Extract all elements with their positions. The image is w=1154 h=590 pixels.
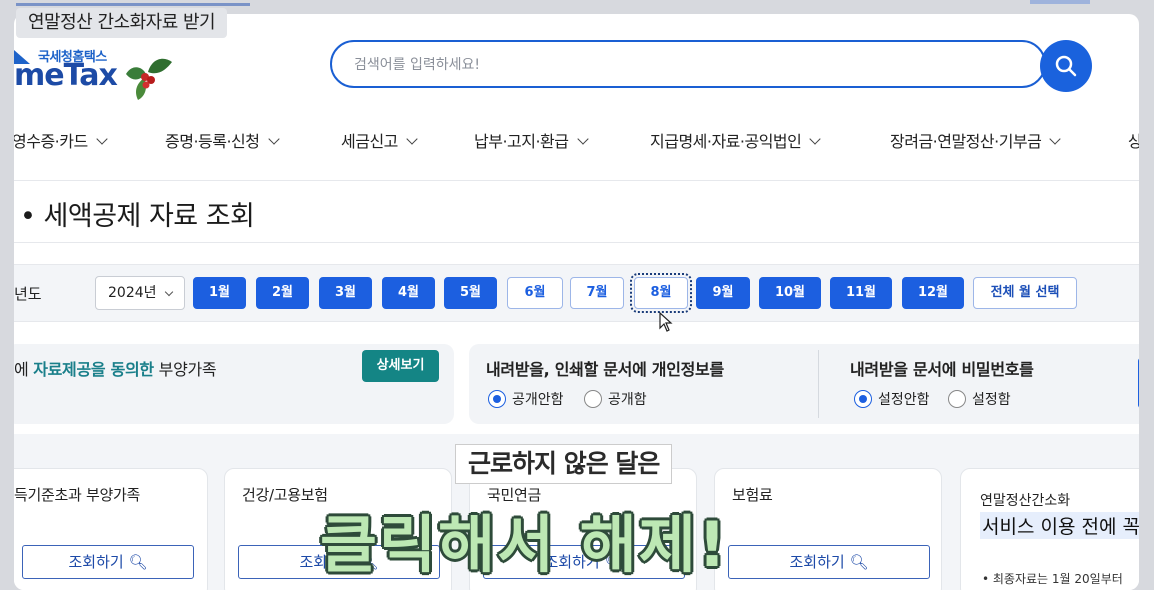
nav-item-year-end[interactable]: 장려금·연말정산·기부금 [890, 128, 1062, 152]
video-caption: 연말정산 간소화자료 받기 [16, 8, 228, 38]
year-select-value: 2024년 [108, 285, 157, 301]
month-button-2[interactable]: 2월 [256, 277, 309, 309]
nav-item-statement[interactable]: 지급명세·자료·공익법인 [650, 128, 822, 152]
month-button-9[interactable]: 9월 [696, 277, 750, 309]
search-icon: 🔍︎ [849, 553, 869, 571]
month-button-6[interactable]: 6월 [507, 277, 563, 309]
detail-view-button[interactable]: 상세보기 [362, 350, 439, 382]
search-icon [1055, 55, 1077, 77]
month-button-1[interactable]: 1월 [193, 277, 246, 309]
radio-selected-icon [488, 390, 506, 408]
month-button-5[interactable]: 5월 [444, 277, 497, 309]
month-button-11[interactable]: 11월 [830, 277, 892, 309]
chevron-down-icon [576, 133, 589, 145]
mouse-cursor-icon [659, 312, 673, 332]
title-divider [14, 242, 1139, 243]
logo-wordmark[interactable]: meTax [14, 58, 118, 93]
nav-item-receipt[interactable]: 영수증·카드 [14, 128, 108, 152]
query-button-dependents[interactable]: 조회하기 🔍︎ [22, 545, 194, 579]
holly-icon [126, 58, 172, 100]
search-button[interactable] [1040, 40, 1092, 92]
caption-underline [16, 3, 250, 6]
year-select[interactable]: 2024년 [95, 276, 185, 310]
month-button-10[interactable]: 10월 [759, 277, 821, 309]
nav-item-certificate[interactable]: 증명·등록·신청 [165, 128, 280, 152]
password-radio-on[interactable]: 설정함 [948, 388, 1011, 410]
radio-empty-icon [948, 390, 966, 408]
password-option-title: 내려받을 문서에 비밀번호를 [850, 360, 1034, 379]
nav-item-payment[interactable]: 납부·고지·환급 [474, 128, 589, 152]
privacy-radio-show[interactable]: 공개함 [584, 388, 647, 410]
chevron-down-icon [267, 133, 280, 145]
nav-item-tax-report[interactable]: 세금신고 [341, 128, 418, 152]
nav-divider [14, 180, 1139, 181]
subtitle-line-2: 클릭해서 해제! [320, 508, 729, 581]
month-selector-row: 년도 2024년 1월 2월 3월 4월 5월 6월 7월 8월 9월 10월 11월 12월 전체 … [14, 264, 1139, 322]
search-box [330, 40, 1046, 88]
notice-card-label: 연말정산간소화 [980, 493, 1071, 509]
month-button-12[interactable]: 12월 [902, 277, 964, 309]
month-button-3[interactable]: 3월 [319, 277, 372, 309]
radio-selected-icon [854, 390, 872, 408]
search-input[interactable] [352, 52, 1016, 78]
card-title: 보험료 [732, 486, 773, 504]
chevron-down-icon [164, 287, 174, 297]
privacy-radio-hide[interactable]: 공개안함 [488, 388, 564, 410]
options-separator [818, 350, 819, 418]
subtitle-line-1: 근로하지 않은 달은 [455, 444, 673, 484]
password-radio-off[interactable]: 설정안함 [854, 388, 930, 410]
year-label: 년도 [14, 285, 42, 303]
top-accent-bar [1030, 0, 1090, 4]
radio-empty-icon [584, 390, 602, 408]
search-icon: 🔍︎ [128, 553, 148, 571]
month-button-7[interactable]: 7월 [570, 277, 624, 309]
download-button-edge[interactable] [1138, 358, 1139, 408]
card-title: 건강/고용보험 [242, 486, 328, 504]
query-button-premium[interactable]: 조회하기 🔍︎ [728, 545, 930, 579]
page-title: • 세액공제 자료 조회 [20, 201, 255, 232]
nav-item-consult[interactable]: 상담 [1128, 128, 1139, 152]
privacy-option-title: 내려받을, 인쇄할 문서에 개인정보를 [486, 360, 724, 379]
chevron-down-icon [1049, 133, 1062, 145]
card-title: 득기준초과 부양가족 [14, 486, 140, 504]
notice-card-heading: 서비스 이용 전에 꼭 [980, 512, 1139, 539]
main-nav: 영수증·카드 증명·등록·신청 세금신고 납부·고지·환급 지급명세·자료·공익… [14, 122, 1139, 158]
consent-text: 에 자료제공을 동의한 부양가족 [14, 360, 217, 379]
month-button-8[interactable]: 8월 [630, 273, 692, 313]
chevron-down-icon [96, 133, 108, 145]
chevron-down-icon [406, 133, 418, 145]
chevron-down-icon [809, 133, 822, 145]
month-button-4[interactable]: 4월 [382, 277, 435, 309]
notice-card-note: • 최종자료는 1월 20일부터 [982, 572, 1123, 586]
browser-frame: 국세청홈택스 meTax 영수증·카드 증명·등록·신청 세금신고 납부·고지·… [14, 14, 1139, 590]
select-all-months-button[interactable]: 전체 월 선택 [973, 277, 1077, 309]
